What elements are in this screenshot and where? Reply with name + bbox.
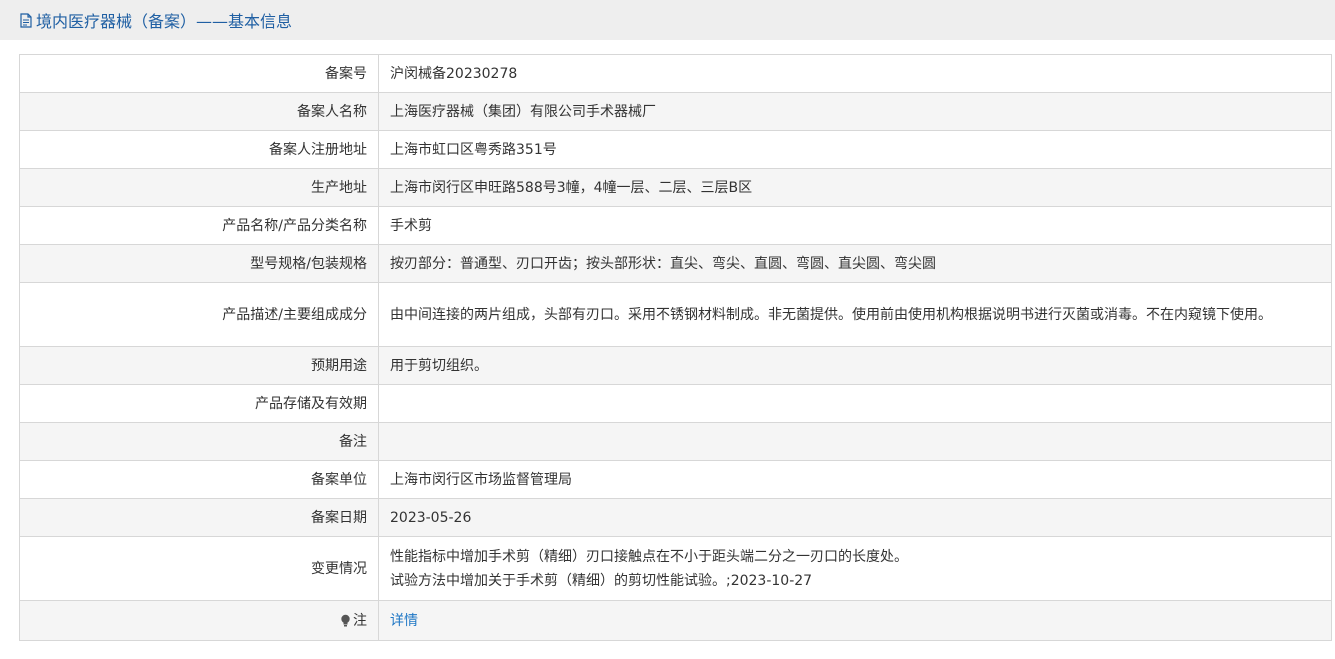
field-label: 产品存储及有效期 (19, 384, 379, 423)
field-label: 产品描述/主要组成成分 (19, 282, 379, 347)
field-label: 备案人注册地址 (19, 130, 379, 169)
field-value: 性能指标中增加手术剪（精细）刃口接触点在不小于距头端二分之一刃口的长度处。 试验… (378, 536, 1332, 601)
lightbulb-icon (341, 614, 350, 626)
field-label: 备注 (19, 422, 379, 461)
field-label: 备案号 (19, 54, 379, 93)
field-value: 上海市闵行区市场监督管理局 (378, 460, 1332, 499)
row-note: 注 详情 (19, 600, 1332, 641)
row-remarks: 备注 (19, 422, 1332, 461)
field-label: 型号规格/包装规格 (19, 244, 379, 283)
field-value: 详情 (378, 600, 1332, 641)
field-label: 变更情况 (19, 536, 379, 601)
note-label: 注 (353, 612, 367, 629)
details-link[interactable]: 详情 (390, 613, 418, 629)
row-production-address: 生产地址 上海市闵行区申旺路588号3幢，4幢一层、二层、三层B区 (19, 168, 1332, 207)
field-value: 上海市虹口区粤秀路351号 (378, 130, 1332, 169)
field-value (378, 422, 1332, 461)
field-value: 手术剪 (378, 206, 1332, 245)
field-label: 预期用途 (19, 346, 379, 385)
note-label-cell: 注 (19, 600, 379, 641)
content-area: 备案号 沪闵械备20230278 备案人名称 上海医疗器械（集团）有限公司手术器… (0, 40, 1335, 641)
row-registrant-name: 备案人名称 上海医疗器械（集团）有限公司手术器械厂 (19, 92, 1332, 131)
row-registration-date: 备案日期 2023-05-26 (19, 498, 1332, 537)
field-label: 生产地址 (19, 168, 379, 207)
document-icon (20, 12, 32, 28)
field-label: 备案日期 (19, 498, 379, 537)
row-registration-number: 备案号 沪闵械备20230278 (19, 54, 1332, 93)
field-value: 2023-05-26 (378, 498, 1332, 537)
page-header: 境内医疗器械（备案）——基本信息 (0, 0, 1335, 40)
field-value (378, 384, 1332, 423)
field-value: 按刃部分：普通型、刃口开齿；按头部形状：直尖、弯尖、直圆、弯圆、直尖圆、弯尖圆 (378, 244, 1332, 283)
field-value: 沪闵械备20230278 (378, 54, 1332, 93)
field-value: 用于剪切组织。 (378, 346, 1332, 385)
field-label: 备案单位 (19, 460, 379, 499)
basic-info-table: 备案号 沪闵械备20230278 备案人名称 上海医疗器械（集团）有限公司手术器… (19, 54, 1332, 641)
change-line-2: 试验方法中增加关于手术剪（精细）的剪切性能试验。;2023-10-27 (390, 572, 813, 589)
row-product-name: 产品名称/产品分类名称 手术剪 (19, 206, 1332, 245)
field-value: 由中间连接的两片组成，头部有刃口。采用不锈钢材料制成。非无菌提供。使用前由使用机… (378, 282, 1332, 347)
row-intended-use: 预期用途 用于剪切组织。 (19, 346, 1332, 385)
field-label: 产品名称/产品分类名称 (19, 206, 379, 245)
row-registrant-address: 备案人注册地址 上海市虹口区粤秀路351号 (19, 130, 1332, 169)
row-model-spec: 型号规格/包装规格 按刃部分：普通型、刃口开齿；按头部形状：直尖、弯尖、直圆、弯… (19, 244, 1332, 283)
row-change-history: 变更情况 性能指标中增加手术剪（精细）刃口接触点在不小于距头端二分之一刃口的长度… (19, 536, 1332, 601)
page-title: 境内医疗器械（备案）——基本信息 (36, 12, 293, 31)
row-product-description: 产品描述/主要组成成分 由中间连接的两片组成，头部有刃口。采用不锈钢材料制成。非… (19, 282, 1332, 347)
field-value: 上海医疗器械（集团）有限公司手术器械厂 (378, 92, 1332, 131)
field-value: 上海市闵行区申旺路588号3幢，4幢一层、二层、三层B区 (378, 168, 1332, 207)
row-storage-validity: 产品存储及有效期 (19, 384, 1332, 423)
change-line-1: 性能指标中增加手术剪（精细）刃口接触点在不小于距头端二分之一刃口的长度处。 (390, 548, 908, 565)
field-label: 备案人名称 (19, 92, 379, 131)
row-registration-unit: 备案单位 上海市闵行区市场监督管理局 (19, 460, 1332, 499)
